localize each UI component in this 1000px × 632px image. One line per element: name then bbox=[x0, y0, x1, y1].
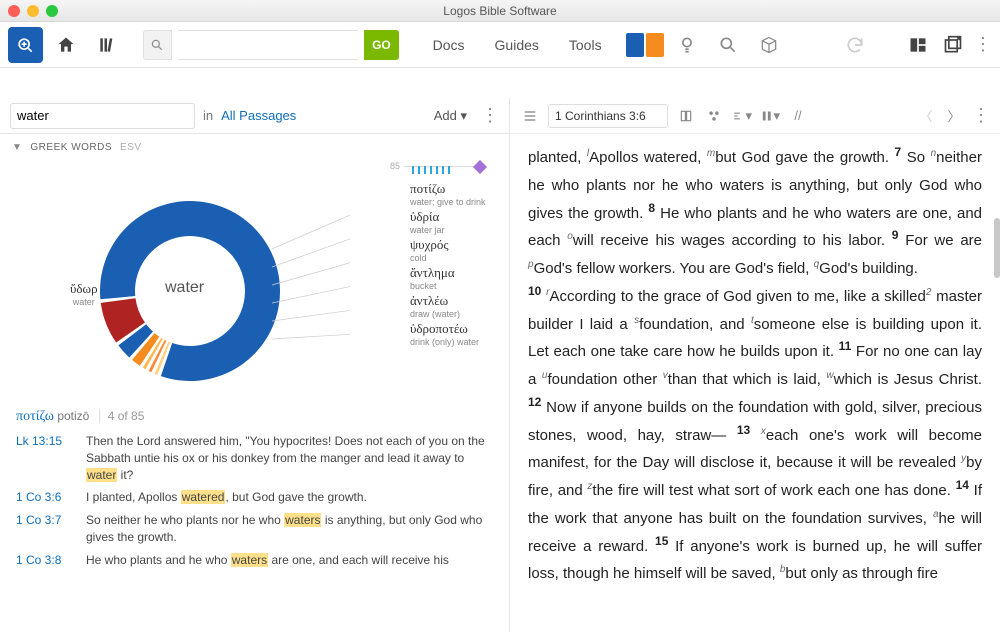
verse-text: He who plants and he who waters are one,… bbox=[86, 552, 493, 569]
more-menu-icon[interactable]: ⋮ bbox=[974, 34, 992, 55]
layout-icon[interactable] bbox=[904, 30, 933, 60]
chart-label-hydria[interactable]: ὑδρία water jar bbox=[410, 209, 445, 235]
resource-menu-icon[interactable]: ⋮ bbox=[972, 105, 990, 126]
add-menu[interactable]: Add ▾ bbox=[434, 108, 467, 124]
pane-menu-icon[interactable]: ⋮ bbox=[481, 105, 499, 126]
toc-icon[interactable] bbox=[520, 106, 540, 126]
mac-titlebar: Logos Bible Software bbox=[0, 0, 1000, 22]
app-logo-icon[interactable] bbox=[8, 27, 43, 63]
sync-icon[interactable] bbox=[837, 27, 872, 63]
zoom-window-icon[interactable] bbox=[46, 5, 58, 17]
columns-icon[interactable]: ▾ bbox=[760, 106, 780, 126]
notification-badge-icon[interactable] bbox=[646, 33, 664, 57]
word-input[interactable] bbox=[10, 103, 195, 129]
panels-icon[interactable] bbox=[939, 30, 968, 60]
parallel-icon[interactable] bbox=[676, 106, 696, 126]
verse-ref[interactable]: 1 Co 3:6 bbox=[16, 489, 76, 506]
scripture-text[interactable]: planted, lApollos watered, mbut God gave… bbox=[510, 134, 1000, 632]
home-icon[interactable] bbox=[49, 27, 84, 63]
command-search-input[interactable] bbox=[178, 30, 358, 60]
store-badge-icon[interactable] bbox=[626, 33, 644, 57]
left-pane: Bible Word Study | water × + in All Pass… bbox=[0, 98, 510, 632]
close-window-icon[interactable] bbox=[8, 5, 20, 17]
reference-input[interactable]: 1 Corinthians 3:6 bbox=[548, 104, 668, 128]
donut-chart[interactable]: 85 water ὕδωρ water πο bbox=[10, 161, 499, 401]
concordance: ποτίζω potizō 4 of 85 Lk 13:15Then the L… bbox=[0, 401, 509, 632]
slider-thumb-icon[interactable] bbox=[473, 159, 487, 173]
interlinear-icon[interactable]: ▾ bbox=[732, 106, 752, 126]
nav-back-icon[interactable]: 〈 bbox=[916, 106, 936, 126]
slash-icon[interactable]: // bbox=[788, 106, 808, 126]
chart-label-psychros[interactable]: ψυχρός cold bbox=[410, 237, 448, 263]
window-title: Logos Bible Software bbox=[0, 4, 1000, 18]
verse-text: So neither he who plants nor he who wate… bbox=[86, 512, 493, 546]
frequency-slider[interactable]: 85 bbox=[390, 161, 480, 171]
nav-forward-icon[interactable]: 〉 bbox=[944, 106, 964, 126]
verse-ref[interactable]: Lk 13:15 bbox=[16, 433, 76, 483]
docs-link[interactable]: Docs bbox=[421, 37, 477, 53]
section-title: GREEK WORDS bbox=[30, 142, 112, 153]
resource-toolbar: 1 Corinthians 3:6 ▾ ▾ // 〈 〉 ⋮ bbox=[510, 98, 1000, 134]
section-version: ESV bbox=[120, 142, 142, 153]
visual-filter-icon[interactable] bbox=[704, 106, 724, 126]
chart-label-hydor[interactable]: ὕδωρ water bbox=[70, 281, 98, 307]
go-button[interactable]: GO bbox=[364, 30, 399, 60]
verse-text: Then the Lord answered him, "You hypocri… bbox=[86, 433, 493, 483]
scrollbar-thumb[interactable] bbox=[994, 218, 1000, 278]
scope-link[interactable]: All Passages bbox=[221, 108, 296, 123]
lightbulb-icon[interactable] bbox=[670, 27, 705, 63]
result-count: 4 of 85 bbox=[99, 409, 145, 423]
section-header[interactable]: ▼ GREEK WORDS ESV bbox=[0, 134, 509, 161]
verse-ref[interactable]: 1 Co 3:7 bbox=[16, 512, 76, 546]
search-icon[interactable] bbox=[143, 30, 172, 60]
chart-label-potizo[interactable]: ποτίζω water; give to drink bbox=[410, 181, 486, 207]
guides-link[interactable]: Guides bbox=[483, 37, 551, 53]
chart-label-hydropoteo[interactable]: ὑδροποτέω drink (only) water bbox=[410, 321, 479, 347]
concordance-row[interactable]: Lk 13:15Then the Lord answered him, "You… bbox=[16, 433, 493, 483]
tools-link[interactable]: Tools bbox=[557, 37, 614, 53]
filter-row: in All Passages Add ▾ ⋮ bbox=[0, 98, 509, 134]
concordance-row[interactable]: 1 Co 3:7 So neither he who plants nor he … bbox=[16, 512, 493, 546]
concordance-row[interactable]: 1 Co 3:6 I planted, Apollos watered, but … bbox=[16, 489, 493, 506]
in-label: in bbox=[203, 108, 213, 123]
minimize-window-icon[interactable] bbox=[27, 5, 39, 17]
chart-center-label: water bbox=[165, 279, 204, 297]
chart-label-antleo[interactable]: ἀντλέω draw (water) bbox=[410, 293, 460, 319]
right-pane: English Standard Version × + 1 Corinthia… bbox=[510, 98, 1000, 632]
cube-icon[interactable] bbox=[752, 27, 787, 63]
headword-greek[interactable]: ποτίζω bbox=[16, 409, 54, 424]
concordance-row[interactable]: 1 Co 3:8 He who plants and he who waters … bbox=[16, 552, 493, 569]
chart-label-antlema[interactable]: ἄντλημα bucket bbox=[410, 265, 455, 291]
verse-ref[interactable]: 1 Co 3:8 bbox=[16, 552, 76, 569]
collapse-caret-icon[interactable]: ▼ bbox=[12, 142, 22, 153]
library-icon[interactable] bbox=[90, 27, 125, 63]
workspace: Bible Word Study | water × + in All Pass… bbox=[0, 98, 1000, 632]
verse-text: I planted, Apollos watered, but God gave… bbox=[86, 489, 493, 506]
search-toolbar-icon[interactable] bbox=[711, 27, 746, 63]
main-toolbar: GO Docs Guides Tools ⋮ bbox=[0, 22, 1000, 68]
concordance-header: ποτίζω potizō 4 of 85 bbox=[16, 409, 493, 425]
headword-translit: potizō bbox=[57, 409, 89, 423]
